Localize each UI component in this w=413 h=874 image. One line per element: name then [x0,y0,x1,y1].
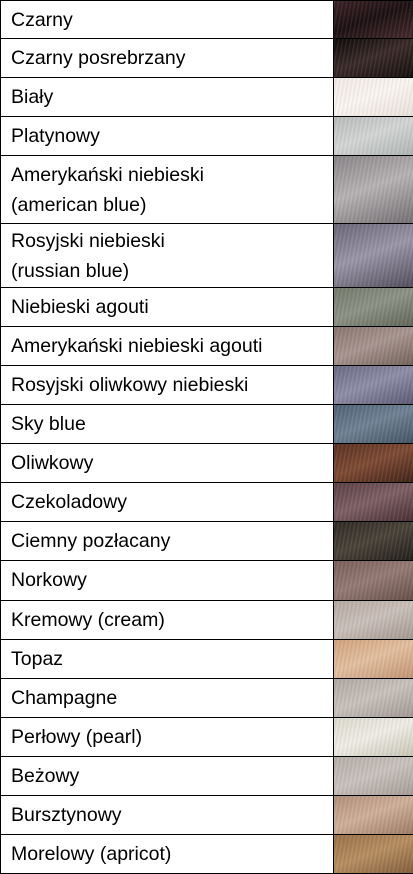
fur-swatch-cell [333,77,413,118]
fur-swatch-cell [333,116,413,157]
color-name-cell: Amerykański niebieski (american blue) [0,155,334,225]
color-name-cell: Czarny [0,0,334,40]
fur-swatch-cell [333,0,413,40]
fur-swatch-cell [333,443,413,484]
table-row: Biały [0,77,413,118]
color-name-cell: Bursztynowy [0,794,334,835]
color-name-cell: Kremowy (cream) [0,599,334,640]
table-row: Norkowy [0,560,413,601]
beige-fur-swatch [334,757,413,795]
color-name-cell: Morelowy (apricot) [0,833,334,874]
topaz-fur-swatch [334,640,413,678]
fur-swatch-cell [333,155,413,225]
color-name-cell: Norkowy [0,560,334,601]
apricot-fur-swatch [334,835,413,873]
table-row: Kremowy (cream) [0,599,413,640]
dark-gold-fur-swatch [334,522,413,560]
blue-agouti-fur-swatch [334,288,413,326]
pearl-fur-swatch [334,718,413,756]
table-row: Amerykański niebieski agouti [0,326,413,367]
platinum-fur-swatch [334,117,413,155]
table-row: Czarny posrebrzany [0,38,413,79]
color-name-cell: Rosyjski oliwkowy niebieski [0,365,334,406]
color-name-cell: Niebieski agouti [0,287,334,328]
color-name-cell: Ciemny pozłacany [0,521,334,562]
color-name-cell: Czekoladowy [0,482,334,523]
color-name-cell: Perłowy (pearl) [0,716,334,757]
silver-black-fur-swatch [334,39,413,77]
table-row: Topaz [0,638,413,679]
cream-fur-swatch [334,601,413,639]
olive-fur-swatch [334,444,413,482]
fur-swatch-cell [333,677,413,718]
table-row: Bursztynowy [0,794,413,835]
color-name-cell: Champagne [0,677,334,718]
color-name-cell: Czarny posrebrzany [0,38,334,79]
fur-swatch-cell [333,599,413,640]
russian-blue-fur-swatch [334,224,413,287]
fur-swatch-cell [333,38,413,79]
color-name-cell: Biały [0,77,334,118]
color-name-cell: Amerykański niebieski agouti [0,326,334,367]
american-blue-agouti-fur-swatch [334,327,413,365]
chocolate-fur-swatch [334,483,413,521]
table-row: Czekoladowy [0,482,413,523]
table-row: Champagne [0,677,413,718]
color-name-cell: Sky blue [0,404,334,445]
table-row: Rosyjski oliwkowy niebieski [0,365,413,406]
fur-swatch-cell [333,223,413,289]
fur-swatch-cell [333,287,413,328]
amber-fur-swatch [334,796,413,834]
black-fur-swatch [334,1,413,38]
fur-swatch-cell [333,638,413,679]
table-row: Amerykański niebieski (american blue) [0,155,413,225]
color-name-cell: Topaz [0,638,334,679]
fur-swatch-cell [333,404,413,445]
fur-swatch-cell [333,755,413,796]
mink-fur-swatch [334,561,413,599]
color-name-cell: Rosyjski niebieski (russian blue) [0,223,334,289]
fur-swatch-cell [333,794,413,835]
table-row: Sky blue [0,404,413,445]
fur-swatch-cell [333,833,413,874]
table-row: Ciemny pozłacany [0,521,413,562]
color-name-cell: Platynowy [0,116,334,157]
table-body: Czarny Czarny posrebrzany Biały Platynowy Am… [0,0,413,874]
table-row: Platynowy [0,116,413,157]
sky-blue-fur-swatch [334,405,413,443]
table-row: Beżowy [0,755,413,796]
american-blue-fur-swatch [334,156,413,223]
fur-swatch-cell [333,365,413,406]
fur-swatch-cell [333,482,413,523]
fur-swatch-cell [333,326,413,367]
table-row: Morelowy (apricot) [0,833,413,874]
table-row: Niebieski agouti [0,287,413,328]
color-name-cell: Oliwkowy [0,443,334,484]
fur-swatch-cell [333,521,413,562]
color-name-cell: Beżowy [0,755,334,796]
russian-olive-blue-fur-swatch [334,366,413,404]
color-varieties-table: Czarny Czarny posrebrzany Biały Platynowy Am… [0,0,413,874]
table-row: Rosyjski niebieski (russian blue) [0,223,413,289]
table-row: Oliwkowy [0,443,413,484]
table-row: Perłowy (pearl) [0,716,413,757]
champagne-fur-swatch [334,679,413,717]
white-fur-swatch [334,78,413,116]
fur-swatch-cell [333,560,413,601]
table-row: Czarny [0,0,413,40]
fur-swatch-cell [333,716,413,757]
